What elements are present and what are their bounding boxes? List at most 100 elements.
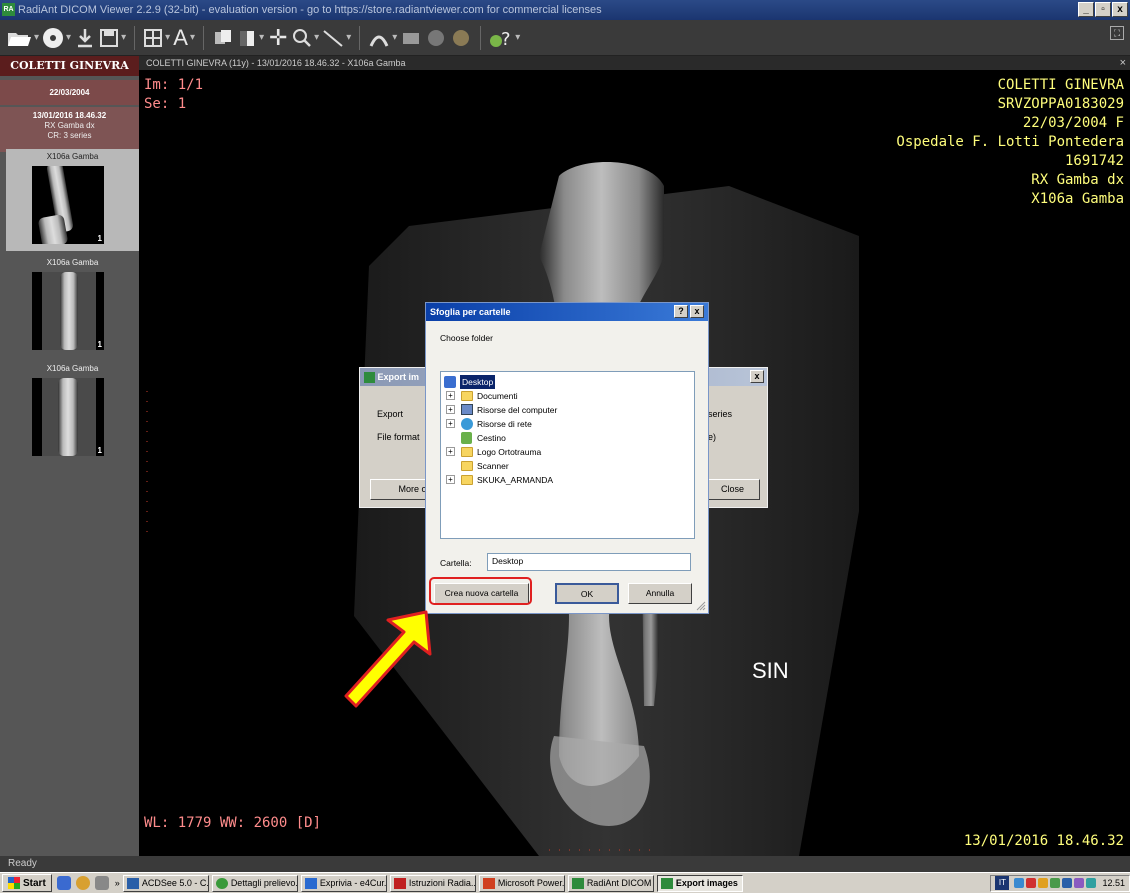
tree-item-risorse-computer[interactable]: + Risorse del computer bbox=[446, 403, 686, 417]
cine-icon[interactable] bbox=[400, 24, 422, 52]
folder-tree[interactable]: Desktop + Documenti + Risorse del comput… bbox=[440, 371, 695, 539]
tree-item-label: Documenti bbox=[477, 391, 518, 401]
toolbar-separator bbox=[134, 25, 136, 50]
task-label: Istruzioni Radia... bbox=[408, 877, 476, 888]
recycle-bin-icon bbox=[461, 432, 472, 444]
taskbar-item-export-images[interactable]: Export images bbox=[656, 874, 743, 892]
network-icon bbox=[461, 418, 473, 430]
expand-icon[interactable]: + bbox=[446, 419, 455, 428]
series-thumbnail[interactable]: X106a Gamba 1 bbox=[6, 149, 139, 251]
patient-birth-date: 22/03/2004 bbox=[0, 80, 139, 105]
expand-icon[interactable]: + bbox=[446, 405, 455, 414]
close-dialog-button[interactable]: x bbox=[690, 305, 704, 318]
start-button[interactable]: Start bbox=[2, 874, 52, 892]
highlight-box bbox=[429, 577, 532, 605]
format-option-text: e) bbox=[708, 432, 717, 442]
tree-item-skuka-armanda[interactable]: + SKUKA_ARMANDA bbox=[446, 473, 686, 487]
display-tray-icon[interactable] bbox=[1062, 878, 1073, 888]
search-tray-icon[interactable] bbox=[1050, 878, 1061, 888]
window-title-bar[interactable]: RA RadiAnt DICOM Viewer 2.2.9 (32-bit) -… bbox=[0, 0, 1130, 20]
browse-dialog-titlebar[interactable]: Sfoglia per cartelle ? x bbox=[426, 303, 708, 321]
security-tray-icon[interactable] bbox=[1086, 878, 1097, 888]
zoom-icon[interactable]: ▾ bbox=[292, 24, 319, 52]
close-icon[interactable]: x bbox=[750, 370, 764, 383]
patient-name-header[interactable]: COLETTI GINEVRA bbox=[0, 56, 139, 76]
antivirus-tray-icon[interactable] bbox=[1026, 878, 1037, 888]
maximize-button[interactable]: ▫ bbox=[1095, 2, 1111, 17]
series-thumbnail[interactable]: X106a Gamba 1 bbox=[6, 255, 139, 357]
cd-dvd-icon[interactable]: ▾ bbox=[42, 24, 71, 52]
series-option-label[interactable]: series bbox=[708, 409, 732, 419]
tree-item-label: Risorse del computer bbox=[477, 405, 558, 415]
help-button[interactable]: ? bbox=[674, 305, 688, 318]
task-label: Exprivia - e4Cur... bbox=[319, 877, 387, 888]
chrome-quicklaunch-icon[interactable] bbox=[75, 876, 90, 890]
series-label: X106a Gamba bbox=[46, 364, 99, 373]
tree-item-cestino[interactable]: Cestino bbox=[446, 431, 686, 445]
series-image-count: 1 bbox=[97, 234, 102, 243]
close-viewport-icon[interactable]: × bbox=[1120, 56, 1126, 70]
language-indicator[interactable]: IT bbox=[995, 876, 1010, 890]
help-icon[interactable]: ? ▾ bbox=[489, 24, 520, 52]
resize-grip-icon[interactable] bbox=[696, 601, 706, 611]
close-window-button[interactable]: x bbox=[1112, 2, 1128, 17]
series-label: X106a Gamba bbox=[46, 258, 99, 267]
save-icon[interactable]: ▾ bbox=[99, 24, 126, 52]
overlay-birth-sex: 22/03/2004 F bbox=[1022, 115, 1124, 131]
tree-item-scanner[interactable]: Scanner bbox=[446, 459, 686, 473]
tree-item-documenti[interactable]: + Documenti bbox=[446, 389, 686, 403]
window-level-icon[interactable]: ▾ bbox=[237, 24, 264, 52]
network-tray-icon[interactable] bbox=[1014, 878, 1025, 888]
chrome-icon bbox=[215, 877, 228, 889]
mpr-icon[interactable] bbox=[425, 24, 447, 52]
3d-icon[interactable]: ▾ bbox=[368, 24, 397, 52]
series-sync-icon[interactable] bbox=[212, 24, 234, 52]
tree-item-risorse-rete[interactable]: + Risorse di rete bbox=[446, 417, 686, 431]
folder-icon bbox=[461, 447, 473, 457]
folder-input[interactable]: Desktop bbox=[487, 553, 691, 571]
clock[interactable]: 12.51 bbox=[1102, 878, 1125, 888]
open-folder-icon[interactable]: ▾ bbox=[6, 24, 39, 52]
fullscreen-toggle-icon[interactable]: ⛶ bbox=[1110, 26, 1124, 40]
browse-folder-dialog: Sfoglia per cartelle ? x Choose folder D… bbox=[425, 302, 709, 614]
ie-quicklaunch-icon[interactable] bbox=[56, 876, 71, 890]
study-info[interactable]: 13/01/2016 18.46.32 RX Gamba dx CR: 3 se… bbox=[0, 107, 139, 152]
close-button[interactable]: Close bbox=[705, 479, 760, 500]
update-tray-icon[interactable] bbox=[1038, 878, 1049, 888]
tree-item-logo-ortotrauma[interactable]: + Logo Ortotrauma bbox=[446, 445, 686, 459]
taskbar-item-istruzioni[interactable]: Istruzioni Radia... bbox=[389, 874, 476, 892]
toolbar-separator bbox=[359, 25, 361, 50]
taskbar-item-radiant[interactable]: RadiAnt DICOM ... bbox=[567, 874, 654, 892]
show-desktop-quicklaunch-icon[interactable] bbox=[94, 876, 109, 890]
layout-grid-icon[interactable]: ▾ bbox=[143, 24, 170, 52]
taskbar-item-powerpoint[interactable]: Microsoft Power... bbox=[478, 874, 565, 892]
image-number: Im: 1/1 bbox=[144, 77, 204, 93]
cancel-button[interactable]: Annulla bbox=[628, 583, 692, 604]
minimize-button[interactable]: _ bbox=[1078, 2, 1094, 17]
crosshair-icon[interactable]: ✛ bbox=[267, 24, 289, 52]
start-label: Start bbox=[23, 877, 46, 889]
folder-label: Cartella: bbox=[440, 558, 472, 568]
taskbar-item-dettagli[interactable]: Dettagli prelievo... bbox=[211, 874, 298, 892]
toolbar-separator bbox=[203, 25, 205, 50]
study-sidebar: COLETTI GINEVRA 22/03/2004 13/01/2016 18… bbox=[0, 56, 139, 856]
volume-tray-icon[interactable] bbox=[1074, 878, 1085, 888]
desktop-icon bbox=[444, 376, 456, 388]
expand-icon[interactable]: + bbox=[446, 475, 455, 484]
info-icon[interactable] bbox=[450, 24, 472, 52]
ok-button[interactable]: OK bbox=[555, 583, 619, 604]
file-format-label: File format bbox=[377, 432, 420, 442]
expand-icon[interactable]: + bbox=[446, 447, 455, 456]
viewport-header: COLETTI GINEVRA (11y) - 13/01/2016 18.46… bbox=[139, 56, 1130, 70]
measure-line-icon[interactable]: ▾ bbox=[322, 24, 351, 52]
tree-item-label: Logo Ortotrauma bbox=[477, 447, 542, 457]
annotation-text-icon[interactable]: A ▾ bbox=[173, 24, 195, 52]
quicklaunch-overflow-icon[interactable]: » bbox=[115, 878, 120, 888]
overlay-accession: 1691742 bbox=[1064, 153, 1124, 169]
taskbar-item-exprivia[interactable]: Exprivia - e4Cur... bbox=[300, 874, 387, 892]
browse-dialog-title: Sfoglia per cartelle bbox=[430, 307, 511, 317]
expand-icon[interactable]: + bbox=[446, 391, 455, 400]
taskbar-item-acdsee[interactable]: ACDSee 5.0 - C... bbox=[122, 874, 209, 892]
download-icon[interactable] bbox=[74, 24, 96, 52]
series-thumbnail[interactable]: X106a Gamba 1 bbox=[6, 361, 139, 463]
